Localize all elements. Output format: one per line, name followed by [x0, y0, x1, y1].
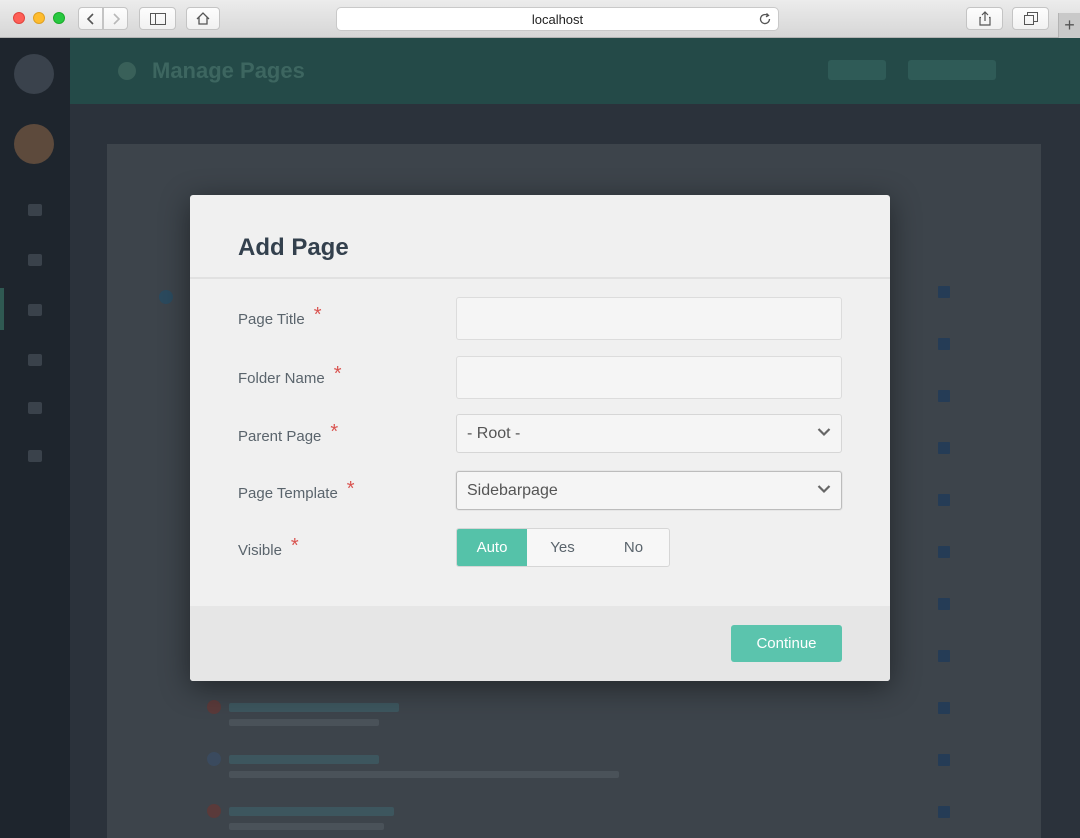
required-marker: * [313, 304, 322, 326]
user-icon [28, 402, 42, 414]
folder-name-label-text: Folder Name [238, 370, 325, 387]
tabs-icon [1023, 12, 1038, 25]
home-icon [196, 12, 210, 25]
reload-icon[interactable] [758, 12, 772, 26]
chevron-left-icon [86, 12, 94, 25]
page-title-label-text: Page Title [238, 311, 305, 328]
list-bullet [159, 290, 173, 304]
minimize-window-button[interactable] [33, 12, 45, 24]
page-header-title: Manage Pages [152, 58, 305, 83]
row-action-icon [938, 546, 950, 558]
share-icon [978, 11, 991, 26]
chevron-right-icon [112, 12, 120, 25]
parent-page-selected-value: - Root - [467, 424, 521, 442]
list-item-title [229, 807, 394, 816]
sidebar-active-indicator [0, 288, 4, 330]
row-action-icon [938, 650, 950, 662]
more-icon [28, 450, 42, 462]
list-bullet [207, 804, 221, 818]
continue-button[interactable]: Continue [731, 625, 842, 662]
page-title-label: Page Title * [238, 304, 322, 330]
home-button[interactable] [186, 7, 220, 30]
visible-option-yes[interactable]: Yes [527, 529, 598, 566]
list-item-title [229, 755, 379, 764]
add-page-dialog: Add Page Page Title * Folder Name * Parent… [190, 195, 890, 681]
back-button[interactable] [78, 7, 103, 30]
list-bullet [207, 700, 221, 714]
parent-page-label-text: Parent Page [238, 428, 322, 445]
row-action-icon [938, 442, 950, 454]
plus-icon: + [1064, 15, 1075, 35]
puzzle-icon [28, 354, 42, 366]
row-action-icon [938, 338, 950, 350]
row-action-icon [938, 754, 950, 766]
folder-name-input[interactable] [456, 356, 842, 399]
row-action-icon [938, 390, 950, 402]
list-item-subtitle [229, 719, 379, 726]
new-tab-button[interactable]: + [1058, 13, 1080, 38]
list-item-title [229, 703, 399, 712]
row-action-icon [938, 286, 950, 298]
url-text: localhost [531, 11, 584, 27]
parent-page-label: Parent Page * [238, 421, 339, 447]
visible-label: Visible * [238, 535, 299, 561]
dialog-title: Add Page [238, 234, 349, 261]
folder-name-label: Folder Name * [238, 363, 342, 389]
page-title-input[interactable] [456, 297, 842, 340]
app-header: Manage Pages [70, 38, 1080, 104]
chevron-down-icon [817, 485, 831, 494]
wrench-icon [28, 254, 42, 266]
list-item-subtitle [229, 771, 619, 778]
dialog-footer: Continue [190, 606, 890, 681]
chevron-down-icon [817, 428, 831, 437]
browser-toolbar: localhost + [0, 0, 1080, 38]
visible-toggle-group: Auto Yes No [456, 528, 670, 567]
page-header-icon [118, 62, 136, 80]
row-action-icon [938, 494, 950, 506]
app-sidebar [0, 38, 70, 838]
page-template-select[interactable]: Sidebarpage [456, 471, 842, 510]
tab-overview-button[interactable] [1012, 7, 1049, 30]
avatar [14, 124, 54, 164]
app-logo [14, 54, 54, 94]
page-template-selected-value: Sidebarpage [467, 481, 558, 499]
dialog-divider [190, 277, 890, 279]
visible-option-no[interactable]: No [598, 529, 669, 566]
row-action-icon [938, 702, 950, 714]
header-add-button [908, 60, 996, 80]
address-bar[interactable]: localhost [336, 7, 779, 31]
close-window-button[interactable] [13, 12, 25, 24]
list-bullet [207, 752, 221, 766]
list-item-subtitle [229, 823, 384, 830]
share-button[interactable] [966, 7, 1003, 30]
visible-label-text: Visible [238, 542, 282, 559]
page-template-label-text: Page Template [238, 485, 338, 502]
sidebar-toggle-button[interactable] [139, 7, 176, 30]
required-marker: * [346, 478, 355, 500]
parent-page-select[interactable]: - Root - [456, 414, 842, 453]
sidebar-icon [149, 12, 166, 25]
zoom-window-button[interactable] [53, 12, 65, 24]
page-template-label: Page Template * [238, 478, 355, 504]
dashboard-icon [28, 204, 42, 216]
row-action-icon [938, 806, 950, 818]
row-action-icon [938, 598, 950, 610]
header-action-button [828, 60, 886, 80]
visible-option-auto[interactable]: Auto [457, 529, 527, 566]
pages-icon [28, 304, 42, 316]
required-marker: * [330, 421, 339, 443]
required-marker: * [333, 363, 342, 385]
required-marker: * [290, 535, 299, 557]
forward-button[interactable] [103, 7, 128, 30]
